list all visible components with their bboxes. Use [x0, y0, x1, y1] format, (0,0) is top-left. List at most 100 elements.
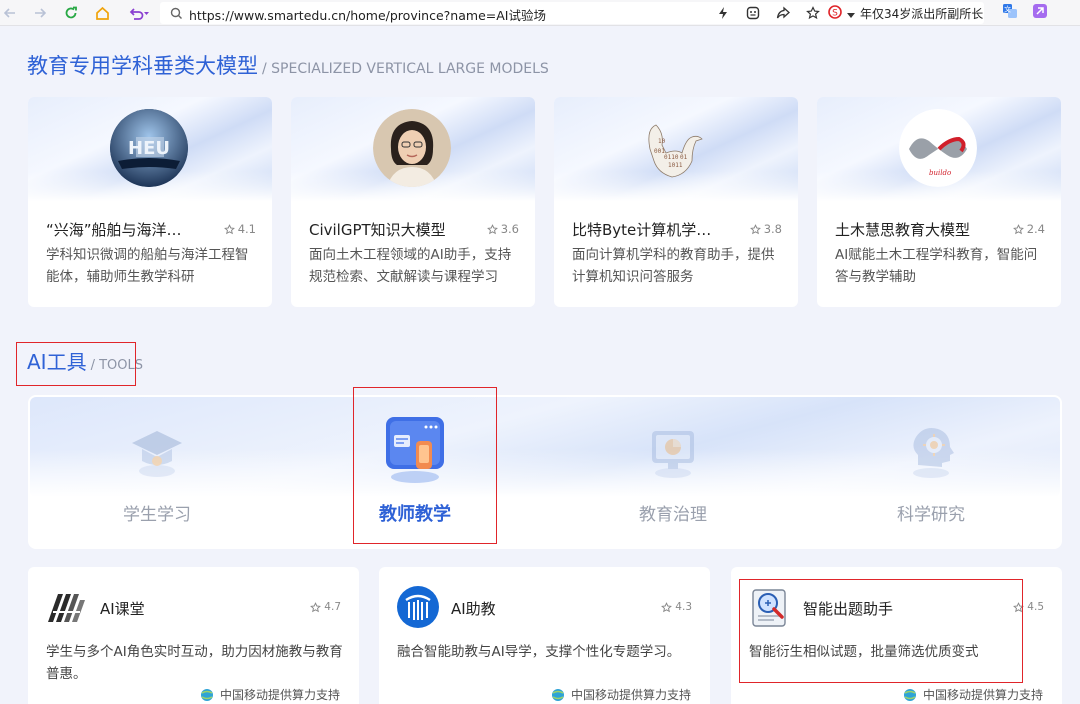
tool-card[interactable]: AI助教 4.3 融合智能助教与AI导学，支撑个性化专题学习。 中国移动提供算力… — [379, 567, 710, 704]
tool-card[interactable]: AI课堂 4.7 学生与多个AI角色实时互动，助力因材施教与教育普惠。 中国移动… — [28, 567, 359, 704]
svg-text:HEU: HEU — [128, 138, 170, 159]
heu-ship-logo: HEU — [110, 109, 188, 187]
ai-classroom-logo — [46, 586, 88, 628]
model-card[interactable]: buildo 土木慧思教育大模型 2.4 AI赋能土木工程学科教育，智能问答与教… — [817, 97, 1061, 307]
tool-card-sponsor: 中国移动提供算力支持 — [902, 686, 1043, 703]
research-head-icon — [898, 417, 964, 483]
model-card[interactable]: HEU “兴海”船舶与海洋… 4.1 学科知识微调的船舶与海洋工程智能体，辅助师… — [28, 97, 272, 307]
sogou-icon: S — [828, 4, 842, 23]
tool-card-name[interactable]: AI课堂 — [100, 598, 145, 619]
svg-text:S: S — [832, 8, 838, 18]
tool-card-desc: 智能衍生相似试题，批量筛选优质变式 — [749, 644, 979, 660]
model-card-rating: 2.4 — [1012, 222, 1045, 236]
category-label: 教师教学 — [379, 504, 451, 525]
model-card-title[interactable]: “兴海”船舶与海洋… — [46, 219, 182, 240]
dropdown-arrow-icon[interactable] — [847, 4, 855, 23]
model-card-title[interactable]: CivilGPT知识大模型 — [309, 219, 446, 240]
category-tab-teacher-teaching[interactable]: 教师教学 — [286, 395, 544, 549]
tool-card[interactable]: 智能出题助手 4.5 智能衍生相似试题，批量筛选优质变式 中国移动提供算力支持 — [731, 567, 1062, 704]
svg-text:0110: 0110 — [664, 154, 679, 161]
model-card-rating: 3.6 — [486, 222, 519, 236]
tool-card-sponsor: 中国移动提供算力支持 — [550, 686, 691, 703]
news-ticker[interactable]: S 年仅34岁派出所副所长 — [828, 3, 983, 23]
address-bar[interactable]: https://www.smartedu.cn/home/province?na… — [160, 2, 984, 24]
lightning-icon[interactable] — [708, 5, 738, 21]
undo-icon[interactable] — [126, 3, 152, 23]
models-section-title: 教育专用学科垂类大模型 — [27, 54, 258, 78]
share-icon[interactable] — [768, 5, 798, 21]
models-section-subtitle: / SPECIALIZED VERTICAL LARGE MODELS — [262, 61, 549, 77]
rating-value: 3.8 — [763, 222, 782, 236]
rating-value: 3.6 — [500, 222, 519, 236]
extension-icon[interactable] — [1032, 3, 1048, 23]
models-section-heading: 教育专用学科垂类大模型 / SPECIALIZED VERTICAL LARGE… — [27, 50, 549, 80]
model-card-desc: AI赋能土木工程学科教育，智能问答与教学辅助 — [835, 247, 1038, 285]
model-card-desc: 面向计算机学科的教育助手，提供计算机知识问答服务 — [572, 247, 775, 285]
model-card-title[interactable]: 比特Byte计算机学… — [572, 219, 711, 240]
browser-toolbar: https://www.smartedu.cn/home/province?na… — [0, 0, 1080, 26]
tool-category-panel: 学生学习 教师教学 教育治理 科学研究 — [28, 395, 1062, 549]
rating-star-icon — [223, 223, 235, 234]
model-card-rating: 3.8 — [749, 222, 782, 236]
category-label: 学生学习 — [123, 505, 191, 525]
url-text[interactable]: https://www.smartedu.cn/home/province?na… — [189, 5, 546, 24]
rating-star-icon — [486, 223, 498, 234]
china-mobile-icon — [904, 688, 916, 701]
category-label: 科学研究 — [897, 505, 965, 525]
tool-card-rating: 4.3 — [661, 601, 692, 613]
china-mobile-icon — [552, 688, 564, 701]
teacher-screen-icon — [380, 411, 450, 485]
monitor-chart-icon — [640, 417, 706, 483]
svg-text:1011: 1011 — [668, 162, 683, 169]
translate-icon[interactable]: 文 — [1002, 3, 1018, 23]
tools-section-title: AI工具 — [27, 350, 87, 374]
forward-icon[interactable] — [30, 3, 50, 23]
rating-value: 4.5 — [1027, 601, 1044, 613]
svg-text:10: 10 — [658, 138, 666, 145]
svg-text:001: 001 — [654, 148, 665, 155]
category-tab-education-governance[interactable]: 教育治理 — [544, 395, 802, 549]
rating-value: 4.3 — [675, 601, 692, 613]
ai-assistant-logo — [397, 586, 439, 628]
woman-avatar-logo — [373, 109, 451, 187]
sponsor-text: 中国移动提供算力支持 — [220, 688, 341, 702]
svg-text:文: 文 — [1004, 5, 1011, 14]
tool-card-desc: 融合智能助教与AI导学，支撑个性化专题学习。 — [397, 644, 681, 660]
home-icon[interactable] — [92, 3, 112, 23]
rating-star-icon — [661, 601, 673, 612]
rating-star-icon — [1012, 223, 1024, 234]
search-icon — [170, 5, 183, 24]
tool-card-sponsor: 中国移动提供算力支持 — [199, 686, 340, 703]
rating-value: 2.4 — [1026, 222, 1045, 236]
tool-card-name[interactable]: 智能出题助手 — [803, 598, 893, 619]
rating-star-icon — [1013, 601, 1025, 612]
star-icon[interactable] — [798, 5, 828, 21]
back-icon[interactable] — [0, 3, 20, 23]
sponsor-text: 中国移动提供算力支持 — [923, 688, 1044, 702]
model-card[interactable]: CivilGPT知识大模型 3.6 面向土木工程领域的AI助手，支持规范检索、文… — [291, 97, 535, 307]
news-ticker-text[interactable]: 年仅34岁派出所副所长 — [860, 5, 983, 22]
rating-value: 4.1 — [237, 222, 256, 236]
tools-section-heading: AI工具 / TOOLS — [27, 346, 143, 375]
rating-value: 4.7 — [324, 601, 341, 613]
model-card[interactable]: 10 0110 1011 01 001 比特Byte计算机学… 3.8 面向计算… — [554, 97, 798, 307]
binary-swan-logo: 10 0110 1011 01 001 — [636, 109, 714, 187]
rating-star-icon — [310, 601, 322, 612]
screenshot-icon[interactable] — [738, 5, 768, 21]
svg-text:01: 01 — [680, 154, 688, 161]
sponsor-text: 中国移动提供算力支持 — [571, 688, 692, 702]
tool-card-name[interactable]: AI助教 — [451, 598, 496, 619]
category-tab-student-learning[interactable]: 学生学习 — [28, 395, 286, 549]
model-card-desc: 面向土木工程领域的AI助手，支持规范检索、文献解读与课程学习 — [309, 247, 512, 285]
question-generator-logo — [749, 586, 791, 628]
tool-card-desc: 学生与多个AI角色实时互动，助力因材施教与教育普惠。 — [46, 644, 343, 682]
model-card-rating: 4.1 — [223, 222, 256, 236]
china-mobile-icon — [201, 688, 213, 701]
category-tab-scientific-research[interactable]: 科学研究 — [802, 395, 1060, 549]
infinity-ribbon-logo: buildo — [899, 109, 977, 187]
model-card-title[interactable]: 土木慧思教育大模型 — [835, 219, 970, 240]
tools-section-subtitle: / TOOLS — [90, 358, 144, 373]
reload-icon[interactable] — [61, 3, 81, 23]
graduation-cap-icon — [124, 417, 190, 483]
tool-card-rating: 4.5 — [1013, 601, 1044, 613]
